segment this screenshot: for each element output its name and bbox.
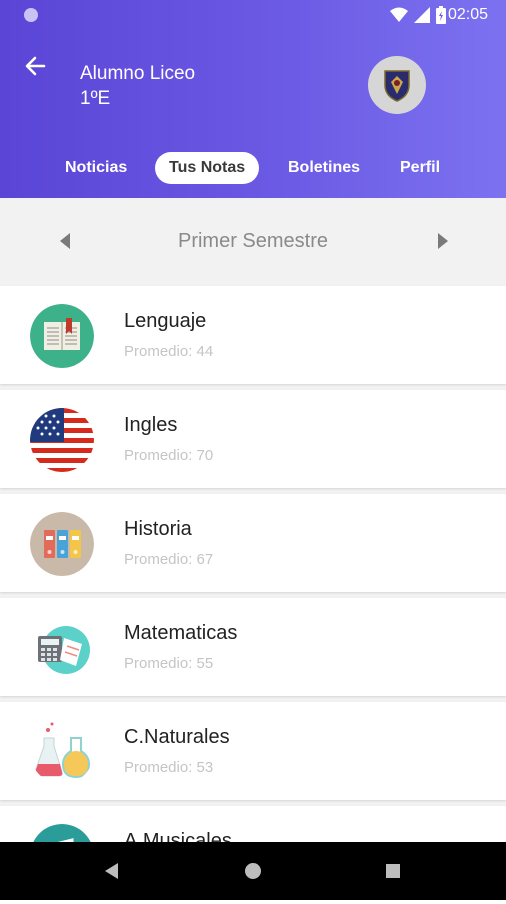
nav-home-icon[interactable] [245,863,261,879]
tab-tus-notas[interactable]: Tus Notas [155,152,260,184]
signal-icon [414,7,430,23]
tab-perfil[interactable]: Perfil [400,152,440,184]
status-icons [390,6,446,24]
student-class: 1ºE [80,88,111,109]
school-avatar[interactable] [368,56,426,114]
list-item[interactable]: Lenguaje Promedio: 44 [0,286,506,384]
list-item[interactable]: Ingles Promedio: 70 [0,390,506,488]
nav-back-icon[interactable] [105,863,118,879]
list-item[interactable]: C.Naturales Promedio: 53 [0,702,506,800]
list-item[interactable]: Matematicas Promedio: 55 [0,598,506,696]
subject-average: Promedio: 44 [124,343,214,360]
subject-name: Historia [124,518,192,540]
system-navigation-bar [0,842,506,900]
calculator-icon [30,616,94,680]
school-crest-icon [384,70,410,102]
book-icon [30,304,94,368]
list-item[interactable]: Historia Promedio: 67 [0,494,506,592]
clock: 02:05 [447,6,488,23]
status-bar: 02:05 [0,0,506,30]
semester-label: Primer Semestre [177,230,329,252]
arrow-left-icon [25,56,46,76]
subject-name: Ingles [124,414,178,436]
nav-recents-icon[interactable] [386,864,400,878]
subject-average: Promedio: 55 [124,655,214,672]
subject-name: Lenguaje [124,310,207,332]
back-button[interactable] [22,52,50,80]
flasks-icon [30,720,94,784]
subject-average: Promedio: 70 [124,447,214,464]
subject-name: C.Naturales [124,726,230,748]
wifi-icon [390,7,408,22]
student-name: Alumno Liceo [80,63,196,84]
battery-icon [436,6,446,24]
subject-average: Promedio: 67 [124,551,214,568]
binders-icon [30,512,94,576]
subject-average: Promedio: 53 [124,759,214,776]
tab-bar: Noticias Tus Notas Boletines Perfil [0,152,506,186]
tab-boletines[interactable]: Boletines [288,152,360,184]
app-header: 02:05 Alumno Liceo 1ºE Noticias Tus Nota… [0,0,506,198]
notification-dot-icon [24,8,38,22]
subject-name: Matematicas [124,622,238,644]
us-flag-icon [30,408,94,472]
semester-selector: Primer Semestre [0,198,506,284]
tab-noticias[interactable]: Noticias [65,152,127,184]
next-semester-button[interactable] [438,233,448,249]
